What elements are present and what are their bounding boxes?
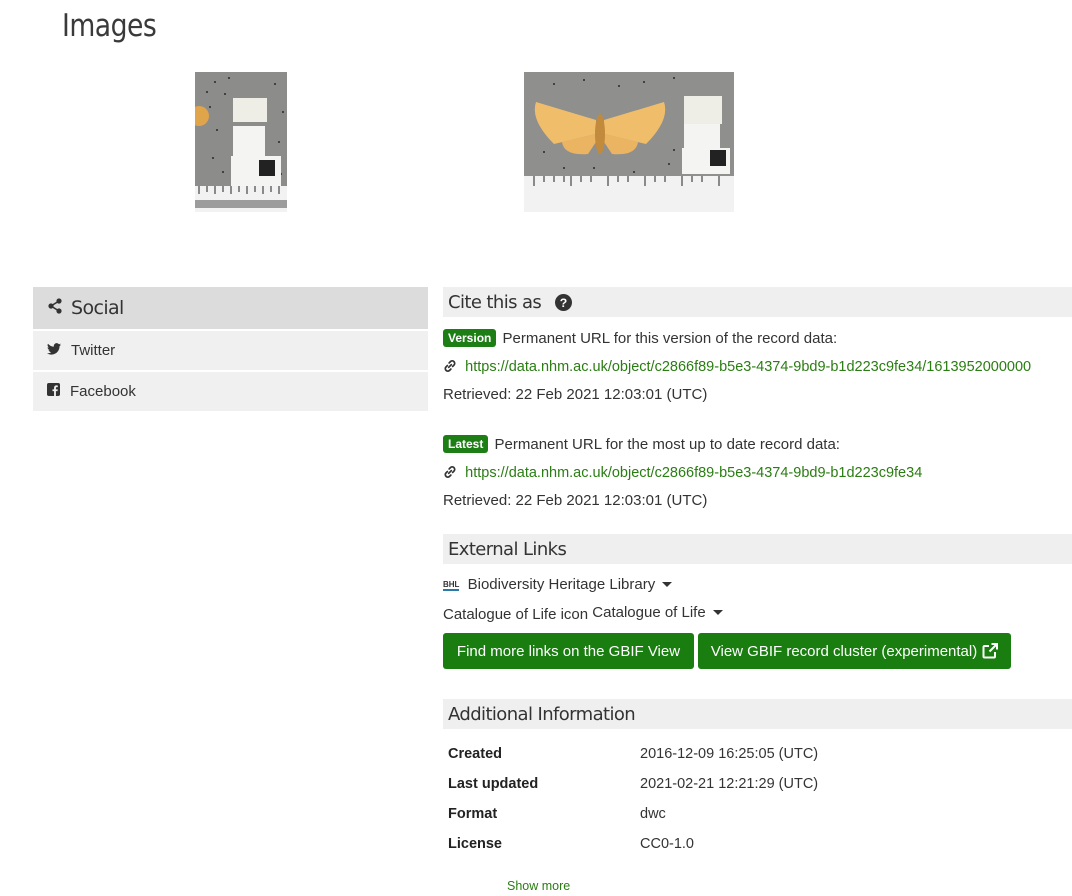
social-item-facebook[interactable]: Facebook [33, 370, 428, 411]
share-icon [47, 297, 63, 319]
latest-url-link[interactable]: https://data.nhm.ac.uk/object/c2866f89-b… [465, 465, 922, 481]
info-key: License [448, 836, 502, 852]
cite-section-header: Cite this as ? [443, 287, 1072, 317]
version-text: Permanent URL for this version of the re… [502, 330, 838, 347]
external-links-title: External Links [448, 538, 567, 560]
external-links-header: External Links [443, 534, 1072, 564]
version-url-link[interactable]: https://data.nhm.ac.uk/object/c2866f89-b… [465, 359, 1031, 375]
version-badge: Version [443, 329, 497, 347]
bhl-label: Biodiversity Heritage Library [467, 576, 656, 593]
cite-title: Cite this as [448, 291, 542, 313]
table-row: Format dwc [443, 799, 818, 829]
latest-retrieved: Retrieved: 22 Feb 2021 12:03:01 (UTC) [443, 492, 708, 509]
version-line: Version Permanent URL for this version o… [443, 329, 837, 347]
images-heading: Images [62, 8, 157, 44]
gbif-links-button[interactable]: Find more links on the GBIF View [443, 633, 694, 669]
social-title: Social [71, 297, 124, 319]
external-link-icon [982, 643, 999, 659]
facebook-icon [47, 383, 60, 400]
info-value: 2021-02-21 12:21:29 (UTC) [640, 776, 819, 792]
table-row: License CC0-1.0 [443, 829, 818, 859]
social-item-twitter[interactable]: Twitter [33, 329, 428, 370]
additional-info-table: Created 2016-12-09 16:25:05 (UTC) Last u… [443, 739, 818, 859]
additional-info-title: Additional Information [448, 703, 636, 725]
social-item-label: Facebook [70, 383, 136, 400]
col-icon-alt-text: Catalogue of Life icon [443, 606, 589, 623]
svg-text:?: ? [560, 295, 568, 309]
help-icon[interactable]: ? [555, 293, 573, 311]
version-url-line: https://data.nhm.ac.uk/object/c2866f89-b… [443, 358, 1031, 377]
latest-line: Latest Permanent URL for the most up to … [443, 435, 840, 453]
bhl-dropdown[interactable]: BHL Biodiversity Heritage Library [443, 576, 673, 593]
table-row: Last updated 2021-02-21 12:21:29 (UTC) [443, 769, 818, 799]
gbif-cluster-label: View GBIF record cluster (experimental) [710, 642, 978, 660]
social-item-label: Twitter [71, 342, 116, 359]
social-panel: Social Twitter Facebook [33, 287, 428, 411]
info-value: CC0-1.0 [640, 836, 694, 852]
info-value: dwc [640, 806, 666, 822]
additional-info-header: Additional Information [443, 699, 1072, 729]
bhl-icon: BHL [443, 580, 460, 591]
info-key: Last updated [448, 776, 539, 792]
social-header: Social [33, 287, 428, 329]
col-dropdown[interactable]: Catalogue of Life [592, 604, 723, 621]
link-icon [443, 465, 457, 483]
caret-down-icon [712, 610, 723, 615]
col-line: Catalogue of Life icon Catalogue of Life [443, 604, 723, 623]
latest-badge: Latest [443, 435, 489, 453]
latest-text: Permanent URL for the most up to date re… [494, 436, 840, 453]
specimen-image-thumbnail[interactable] [524, 72, 734, 212]
twitter-icon [47, 342, 61, 359]
info-value: 2016-12-09 16:25:05 (UTC) [640, 746, 819, 762]
specimen-image-thumbnail[interactable] [195, 72, 287, 212]
col-label: Catalogue of Life [592, 604, 706, 621]
table-row: Created 2016-12-09 16:25:05 (UTC) [443, 739, 818, 769]
link-icon [443, 359, 457, 377]
version-retrieved: Retrieved: 22 Feb 2021 12:03:01 (UTC) [443, 386, 708, 403]
info-key: Format [448, 806, 498, 822]
gbif-cluster-button[interactable]: View GBIF record cluster (experimental) [698, 633, 1011, 669]
show-more-link[interactable]: Show more [507, 879, 570, 893]
caret-down-icon [662, 582, 673, 587]
info-key: Created [448, 746, 502, 762]
latest-url-line: https://data.nhm.ac.uk/object/c2866f89-b… [443, 464, 922, 483]
